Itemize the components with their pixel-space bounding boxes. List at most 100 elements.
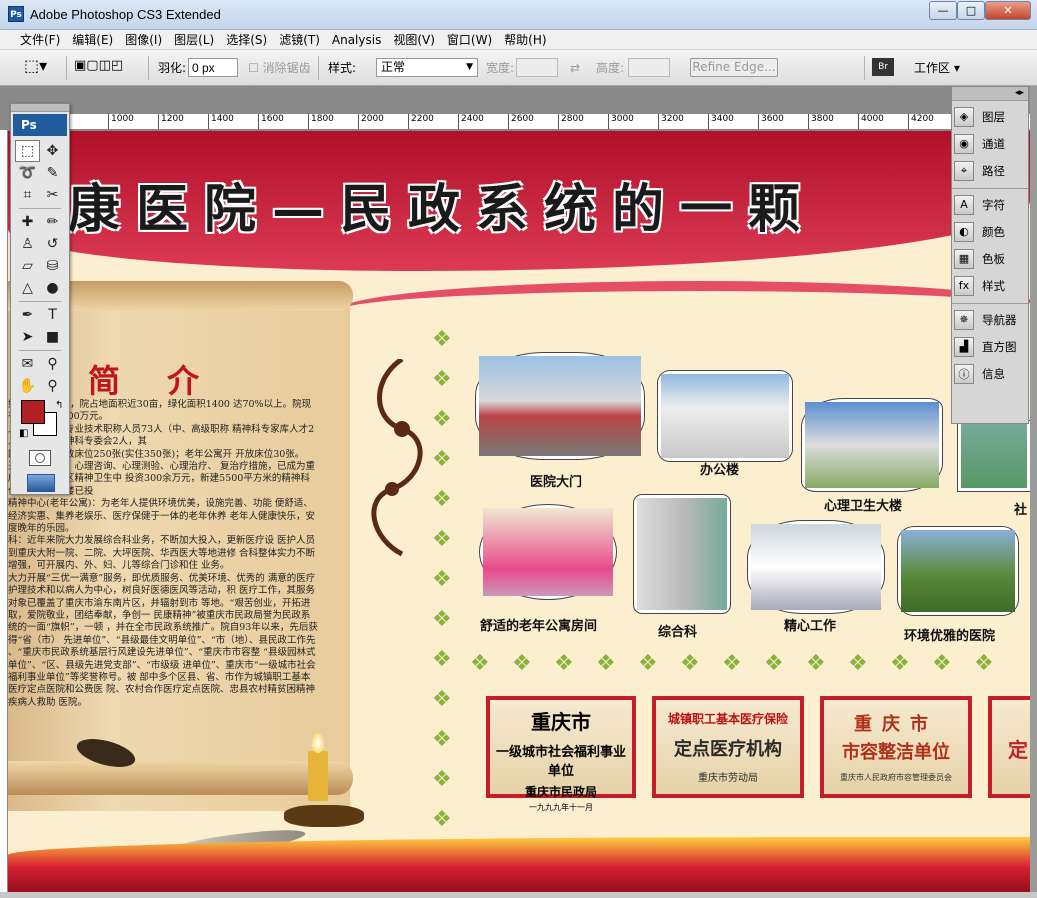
- ruler-tick: 1400: [208, 114, 234, 129]
- eyedropper-tool-icon[interactable]: ⚲: [40, 353, 65, 375]
- default-colors-icon[interactable]: ◧: [19, 428, 28, 439]
- marquee-tool-icon[interactable]: ⬚: [15, 140, 40, 162]
- panel-histogram[interactable]: ▟ 直方图: [954, 333, 1026, 360]
- panel-label: 信息: [982, 366, 1005, 381]
- notes-tool-icon[interactable]: ✉: [15, 353, 40, 375]
- photoshop-logo: Ps: [13, 114, 67, 136]
- layers-icon: ◈: [954, 106, 974, 127]
- horizontal-scrollbar[interactable]: [0, 892, 1037, 898]
- photo-caption: 综合科: [658, 625, 698, 640]
- dropdown-arrow-icon: ▼: [466, 62, 473, 72]
- history-brush-tool-icon[interactable]: ↺: [40, 233, 65, 255]
- panel-character[interactable]: A 字符: [954, 191, 1026, 218]
- panel-navigator[interactable]: ✵ 导航器: [954, 306, 1026, 333]
- healing-tool-icon[interactable]: ✚: [15, 211, 40, 233]
- stamp-tool-icon[interactable]: ♙: [15, 233, 40, 255]
- lasso-tool-icon[interactable]: ➰: [15, 162, 40, 184]
- feather-input[interactable]: [188, 58, 238, 77]
- dodge-tool-icon[interactable]: ●: [40, 277, 65, 299]
- leaf-ornament-icon: ❖: [722, 651, 742, 676]
- menu-layer[interactable]: 图层(L): [168, 30, 220, 49]
- panel-color[interactable]: ◐ 颜色: [954, 218, 1026, 245]
- move-tool-icon[interactable]: ✥: [40, 140, 65, 162]
- path-select-tool-icon[interactable]: ➤: [15, 326, 40, 348]
- refine-edge-button[interactable]: Refine Edge...: [690, 58, 778, 77]
- panel-label: 通道: [982, 136, 1005, 151]
- panel-layers[interactable]: ◈ 图层: [954, 103, 1026, 130]
- swap-icon[interactable]: ⇄: [570, 59, 580, 77]
- panel-swatches[interactable]: ▦ 色板: [954, 245, 1026, 272]
- vertical-scrollbar[interactable]: [1030, 86, 1037, 892]
- paint-bucket-tool-icon[interactable]: ⛁: [40, 255, 65, 277]
- type-tool-icon[interactable]: T: [40, 304, 65, 326]
- leaf-ornament-icon: ❖: [432, 727, 452, 752]
- panel-label: 字符: [982, 197, 1005, 212]
- divider: [19, 208, 61, 209]
- panel-info[interactable]: ⓘ 信息: [954, 360, 1026, 387]
- screen-mode-icon[interactable]: [27, 474, 55, 492]
- divider: [19, 301, 61, 302]
- antialias-checkbox[interactable]: ☐ 消除锯齿: [248, 59, 311, 77]
- styles-icon: fx: [954, 275, 974, 296]
- crop-tool-icon[interactable]: ⌗: [15, 184, 40, 206]
- photo-general-dept: [634, 495, 730, 613]
- width-input[interactable]: [516, 58, 558, 77]
- blur-tool-icon[interactable]: △: [15, 277, 40, 299]
- minimize-button[interactable]: —: [929, 1, 957, 20]
- menu-window[interactable]: 窗口(W): [441, 30, 498, 49]
- close-button[interactable]: ✕: [985, 1, 1031, 20]
- bridge-icon[interactable]: Br: [872, 58, 894, 76]
- magic-wand-tool-icon[interactable]: ✎: [40, 162, 65, 184]
- leaf-ornament-icon: ❖: [764, 651, 784, 676]
- swap-colors-icon[interactable]: ↰: [55, 400, 63, 411]
- plaque-line: 重庆市劳动局: [698, 773, 758, 784]
- menu-edit[interactable]: 编辑(E): [66, 30, 119, 49]
- paths-icon: ⌖: [954, 160, 974, 181]
- ruler-tick: 3400: [708, 114, 734, 129]
- menu-filter[interactable]: 滤镜(T): [273, 30, 326, 49]
- menu-view[interactable]: 视图(V): [387, 30, 441, 49]
- panel-channels[interactable]: ◉ 通道: [954, 130, 1026, 157]
- menu-help[interactable]: 帮助(H): [498, 30, 552, 49]
- selection-mode-icons[interactable]: ▣▢◫◰: [74, 57, 123, 75]
- menu-image[interactable]: 图像(I): [119, 30, 168, 49]
- shape-tool-icon[interactable]: ■: [40, 326, 65, 348]
- candle-icon: [308, 751, 328, 801]
- tools-panel-grip[interactable]: [11, 104, 69, 112]
- panel-group-navigator: ✵ 导航器 ▟ 直方图 ⓘ 信息: [952, 304, 1028, 391]
- leaf-ornament-icon: ❖: [638, 651, 658, 676]
- ruler-tick: 1200: [158, 114, 184, 129]
- menu-analysis[interactable]: Analysis: [326, 30, 387, 49]
- photo-partial: [958, 421, 1030, 491]
- panel-dock-grip[interactable]: ◂▸: [952, 87, 1028, 101]
- panel-paths[interactable]: ⌖ 路径: [954, 157, 1026, 184]
- eraser-tool-icon[interactable]: ▱: [15, 255, 40, 277]
- panel-label: 图层: [982, 109, 1005, 124]
- panel-label: 导航器: [982, 312, 1017, 327]
- marquee-preset-icon[interactable]: ⬚▾: [24, 57, 47, 75]
- leaf-ornament-icon: ❖: [680, 651, 700, 676]
- document-canvas[interactable]: 康医院—民政系统的一颗 简 介 始建于1958年，院占地面积近30亩，绿化面积1…: [8, 131, 1030, 892]
- leaf-ornament-icon: ❖: [432, 367, 452, 392]
- pen-tool-icon[interactable]: ✒: [15, 304, 40, 326]
- zoom-tool-icon[interactable]: ⚲: [40, 375, 65, 397]
- panel-label: 直方图: [982, 339, 1017, 354]
- menu-select[interactable]: 选择(S): [220, 30, 273, 49]
- photo-caption: 精心工作: [784, 619, 837, 634]
- leaf-ornament-icon: ❖: [596, 651, 616, 676]
- workspace-menu[interactable]: 工作区 ▾: [914, 59, 960, 77]
- navigator-icon: ✵: [954, 309, 974, 330]
- plaque-line: 一九九九年十一月: [529, 803, 593, 812]
- hand-tool-icon[interactable]: ✋: [15, 375, 40, 397]
- slice-tool-icon[interactable]: ✂: [40, 184, 65, 206]
- quick-mask-icon[interactable]: [29, 450, 51, 466]
- foreground-color-swatch[interactable]: [21, 400, 45, 424]
- brush-tool-icon[interactable]: ✏: [40, 211, 65, 233]
- ruler-tick: 1000: [108, 114, 134, 129]
- menu-file[interactable]: 文件(F): [14, 30, 66, 49]
- style-select[interactable]: 正常 ▼: [376, 58, 478, 77]
- antialias-label: 消除锯齿: [262, 61, 311, 75]
- maximize-button[interactable]: □: [957, 1, 985, 20]
- panel-styles[interactable]: fx 样式: [954, 272, 1026, 299]
- height-input[interactable]: [628, 58, 670, 77]
